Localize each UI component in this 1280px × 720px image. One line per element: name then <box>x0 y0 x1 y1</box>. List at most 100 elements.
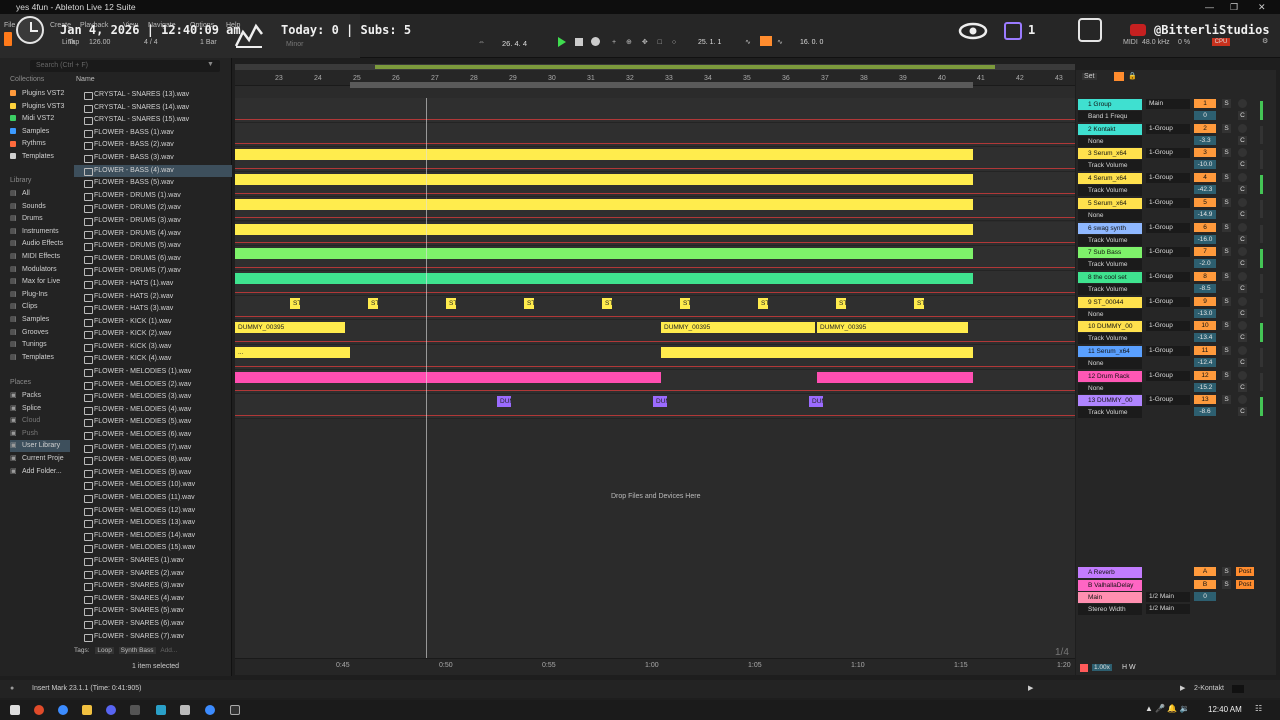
library-item[interactable]: ▤ MIDI Effects <box>10 251 60 263</box>
c-button[interactable]: C <box>1238 358 1247 367</box>
file-list-item[interactable]: FLOWER - MELODIES (7).wav <box>74 442 232 455</box>
drum-clip[interactable] <box>235 371 661 383</box>
return-track-name[interactable]: B ValhallaDelay <box>1078 579 1142 591</box>
track-output-select[interactable]: 1-Group <box>1146 296 1190 307</box>
c-button[interactable]: C <box>1238 135 1247 145</box>
file-list-item[interactable]: FLOWER - DRUMS (2).wav <box>74 202 232 215</box>
track-number[interactable]: 11 <box>1194 346 1216 355</box>
main-output-select-2[interactable]: 1/2 Main <box>1146 604 1190 614</box>
record-icon[interactable] <box>591 37 600 46</box>
track-output-select[interactable]: 1-Group <box>1146 148 1190 159</box>
app-icon[interactable] <box>156 705 166 715</box>
track-output-select[interactable]: 1-Group <box>1146 197 1190 208</box>
file-list-item[interactable]: FLOWER - MELODIES (2).wav <box>74 379 232 392</box>
collection-item[interactable]: Plugins VST3 <box>10 101 64 113</box>
arm-button[interactable] <box>1238 296 1247 306</box>
maximize-icon[interactable]: ❐ <box>1230 0 1238 14</box>
file-list-item[interactable]: FLOWER - MELODIES (15).wav <box>74 542 232 555</box>
hw-toggle[interactable]: H W <box>1122 664 1136 671</box>
places-item[interactable]: ▣ Push <box>10 428 38 440</box>
solo-button[interactable]: S <box>1222 222 1231 232</box>
track-automation-select[interactable]: None <box>1078 382 1142 394</box>
file-list-item[interactable]: FLOWER - KICK (1).wav <box>74 316 232 329</box>
track-name[interactable]: 9 ST_00044 <box>1078 296 1142 308</box>
track-name[interactable]: 8 the cool set <box>1078 271 1142 283</box>
arm-button[interactable] <box>1238 99 1247 108</box>
track-volume[interactable]: -13.4 <box>1194 333 1216 343</box>
file-list-item[interactable]: FLOWER - DRUMS (6).wav <box>74 253 232 266</box>
library-item[interactable]: ▤ Grooves <box>10 327 48 339</box>
track-volume[interactable]: -16.0 <box>1194 234 1216 244</box>
solo-button[interactable]: S <box>1222 197 1231 207</box>
file-list-item[interactable]: FLOWER - MELODIES (12).wav <box>74 505 232 518</box>
track-name[interactable]: 5 Serum_x64 <box>1078 197 1142 209</box>
track-number[interactable]: 6 <box>1194 222 1216 232</box>
track-lane[interactable] <box>235 122 1075 148</box>
obs-icon[interactable] <box>130 705 140 715</box>
collection-item[interactable]: Plugins VST2 <box>10 88 64 100</box>
places-item[interactable]: ▣ Cloud <box>10 415 40 427</box>
solo-button[interactable]: S <box>1222 247 1231 257</box>
arm-button[interactable] <box>1238 321 1247 331</box>
track-number[interactable]: 3 <box>1194 148 1216 158</box>
library-item[interactable]: ▤ Sounds <box>10 201 46 213</box>
midi-clip[interactable] <box>235 198 973 210</box>
track-name[interactable]: 3 Serum_x64 <box>1078 148 1142 160</box>
track-volume[interactable]: -15.2 <box>1194 382 1216 392</box>
loop-start-field[interactable]: 25. 1. 1 <box>698 39 721 46</box>
track-volume[interactable]: -14.9 <box>1194 209 1216 219</box>
c-button[interactable]: C <box>1238 185 1247 195</box>
track-number[interactable]: 8 <box>1194 271 1216 281</box>
quantize-select[interactable]: 1 Bar <box>200 39 217 46</box>
track-name[interactable]: 6 swag synth <box>1078 222 1142 234</box>
st-clip[interactable]: ST <box>290 297 300 309</box>
track-number[interactable]: 1 <box>1194 99 1216 108</box>
windows-start-icon[interactable] <box>10 705 20 715</box>
track-automation-select[interactable]: Track Volume <box>1078 185 1142 197</box>
midi-clip[interactable] <box>235 272 973 284</box>
midi-clip[interactable] <box>661 347 973 358</box>
track-volume[interactable]: -8.5 <box>1194 283 1216 293</box>
punch-out-icon[interactable]: ∿ <box>777 38 783 46</box>
track-automation-select[interactable]: Track Volume <box>1078 259 1142 271</box>
discord-icon[interactable] <box>106 705 116 715</box>
main-output-select[interactable]: 1/2 Main <box>1146 592 1190 602</box>
track-number[interactable]: 7 <box>1194 247 1216 257</box>
file-list-item[interactable]: FLOWER - MELODIES (9).wav <box>74 467 232 480</box>
c-button[interactable]: C <box>1238 382 1247 392</box>
c-button[interactable]: C <box>1238 283 1247 293</box>
automation-tools[interactable]: + ⊕ ✥ □ ○ <box>612 38 680 46</box>
track-name[interactable]: 2 Kontakt <box>1078 123 1142 135</box>
library-item[interactable]: ▤ All <box>10 188 30 200</box>
st-clip[interactable]: ST <box>368 297 378 309</box>
track-output-select[interactable]: 1-Group <box>1146 370 1190 381</box>
notification-icon[interactable]: ☷ <box>1255 704 1262 713</box>
file-list-item[interactable]: FLOWER - HATS (3).wav <box>74 303 232 316</box>
file-list-item[interactable]: FLOWER - MELODIES (6).wav <box>74 429 232 442</box>
st-clip[interactable]: ST <box>914 297 924 309</box>
status-play-icon[interactable]: ▶ <box>1028 680 1033 698</box>
loop-toggle[interactable] <box>760 36 772 46</box>
st-clip[interactable]: ST <box>758 297 768 309</box>
file-list-item[interactable]: CRYSTAL - SNARES (14).wav <box>74 102 232 115</box>
library-item[interactable]: ▤ Tunings <box>10 339 47 351</box>
track-volume[interactable]: -3.3 <box>1194 135 1216 145</box>
arm-button[interactable] <box>1238 370 1247 380</box>
solo-button[interactable]: S <box>1222 321 1231 331</box>
c-button[interactable]: C <box>1238 333 1247 343</box>
track-output-select[interactable]: 1-Group <box>1146 321 1190 332</box>
brave-icon[interactable] <box>34 705 44 715</box>
library-item[interactable]: ▤ Samples <box>10 314 49 326</box>
track-output-select[interactable]: 1-Group <box>1146 222 1190 233</box>
tap-button[interactable]: Tap <box>68 39 79 46</box>
track-lane[interactable] <box>235 98 1075 123</box>
ableton-task-icon[interactable] <box>230 705 240 715</box>
track-automation-select[interactable]: None <box>1078 358 1142 369</box>
close-icon[interactable]: ✕ <box>1258 0 1266 14</box>
track-automation-select[interactable]: Track Volume <box>1078 407 1142 419</box>
song-position[interactable]: 26. 4. 4 <box>502 39 527 48</box>
track-automation-select[interactable]: None <box>1078 209 1142 221</box>
track-output-select[interactable]: 1-Group <box>1146 173 1190 184</box>
places-item[interactable]: ▣ Current Proje <box>10 453 64 465</box>
arm-button[interactable] <box>1238 222 1247 232</box>
